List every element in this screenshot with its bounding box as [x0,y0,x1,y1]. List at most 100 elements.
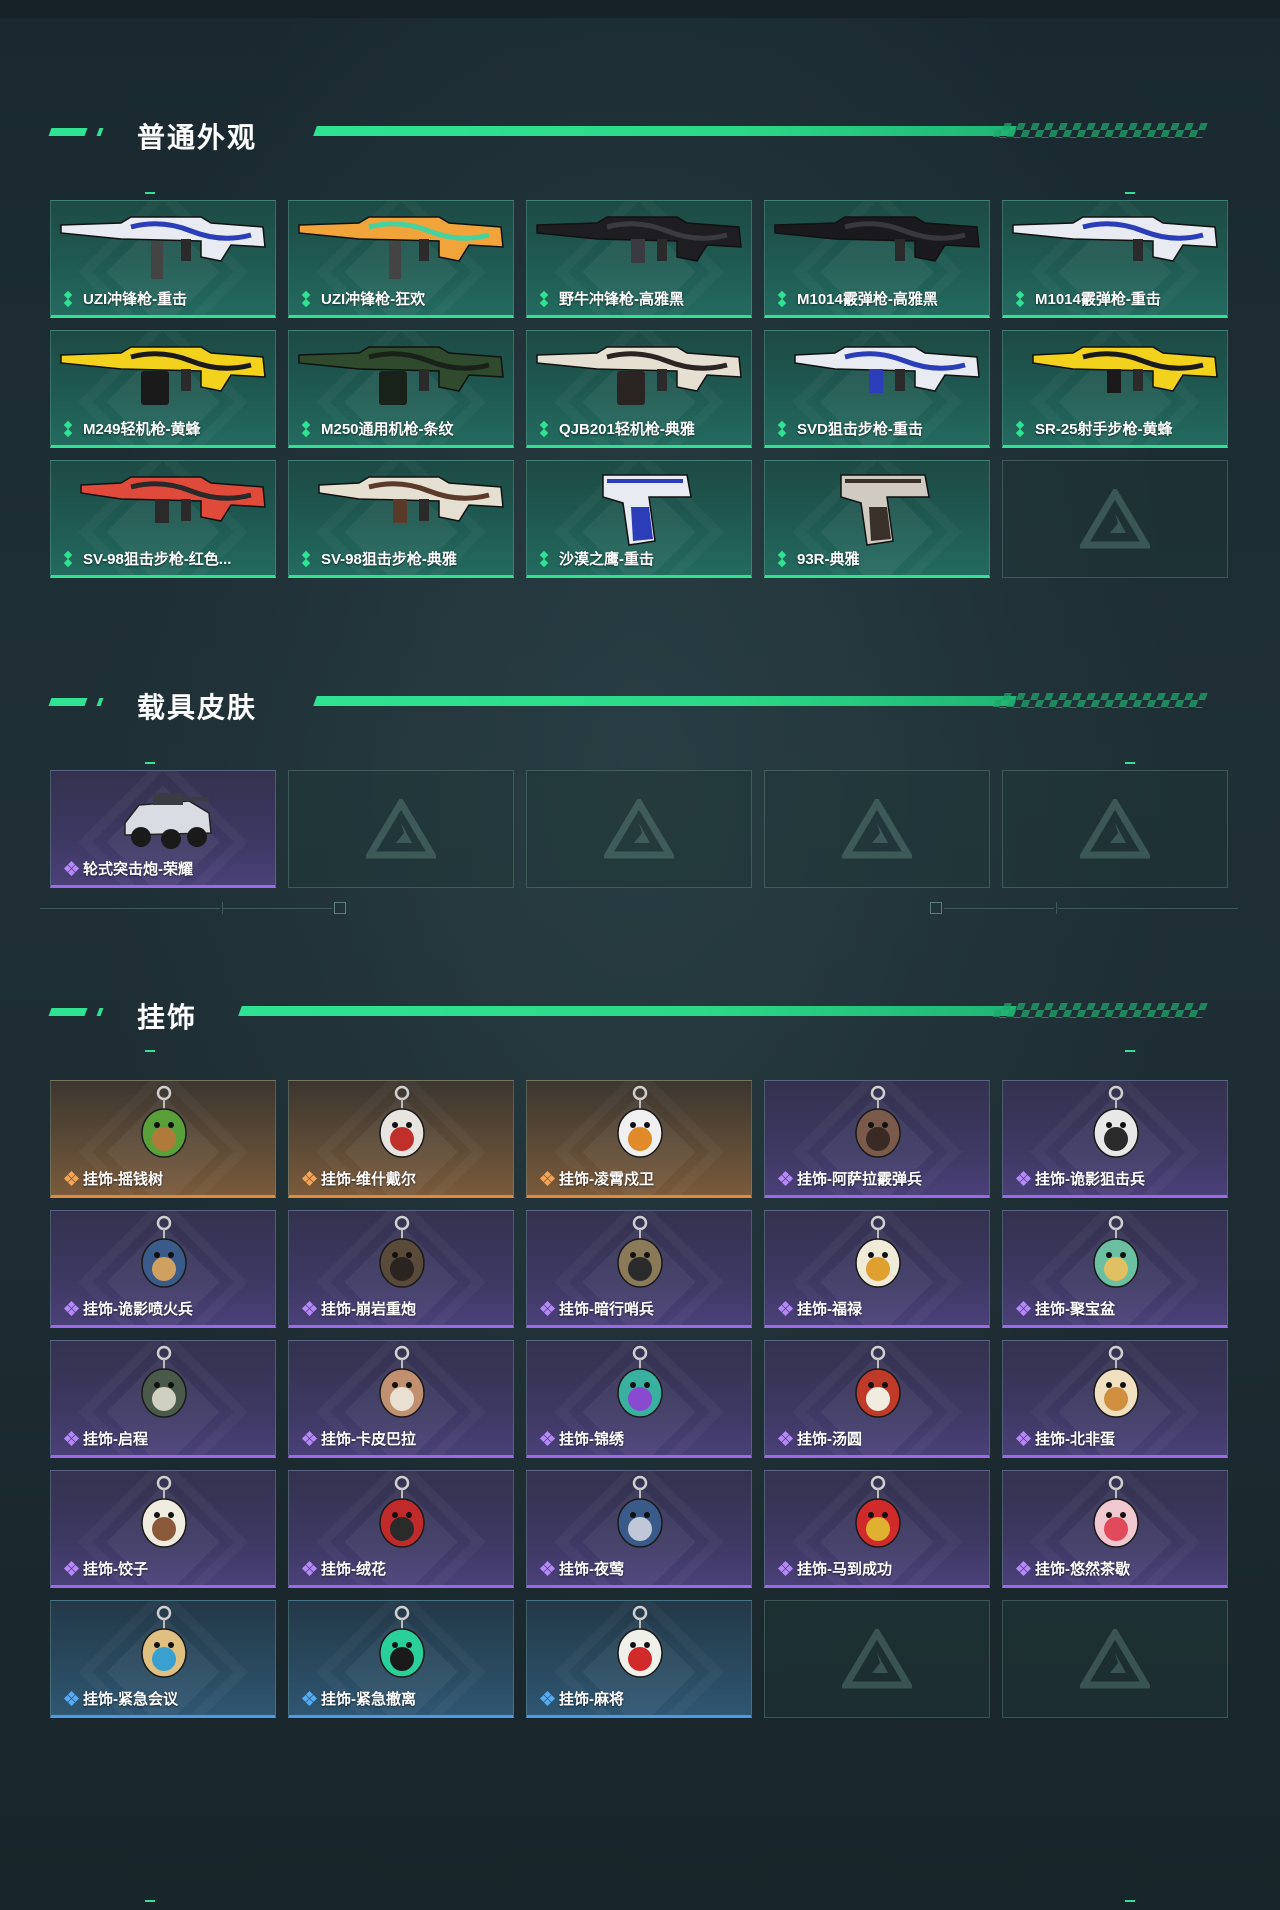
rarity-green-icon [777,290,793,308]
header-checker-pattern [992,693,1208,708]
empty-slot[interactable] [1002,1600,1228,1718]
tick-mark [145,762,155,764]
game-logo-icon [842,799,912,859]
rarity-green-icon [1015,290,1031,308]
empty-slot[interactable] [288,770,514,888]
item-card[interactable]: SV-98狙击步枪-红色... [50,460,276,578]
item-card[interactable]: 挂饰-摇钱树 [50,1080,276,1198]
item-label: M250通用机枪-条纹 [321,421,454,438]
game-logo-icon [1080,799,1150,859]
rarity-purple-icon [539,1430,556,1447]
empty-slot[interactable] [1002,770,1228,888]
rarity-purple-icon [1015,1430,1032,1447]
section-header: 普通外观 [0,108,1280,153]
item-label: QJB201轻机枪-典雅 [559,421,695,438]
rarity-green-icon [63,550,79,568]
item-card[interactable]: M249轻机枪-黄蜂 [50,330,276,448]
item-card[interactable]: 挂饰-阿萨拉霰弹兵 [764,1080,990,1198]
item-card[interactable]: 挂饰-凌霄戍卫 [526,1080,752,1198]
item-label: 93R-典雅 [797,551,860,568]
item-card[interactable]: 挂饰-马到成功 [764,1470,990,1588]
item-card[interactable]: 挂饰-紧急撤离 [288,1600,514,1718]
item-label: 挂饰-摇钱树 [83,1171,163,1188]
empty-slot[interactable] [764,1600,990,1718]
rarity-purple-icon [63,1300,80,1317]
item-card[interactable]: SR-25射手步枪-黄蜂 [1002,330,1228,448]
item-card[interactable]: 93R-典雅 [764,460,990,578]
item-label: M1014霰弹枪-重击 [1035,291,1161,308]
item-card[interactable]: QJB201轻机枪-典雅 [526,330,752,448]
empty-slot[interactable] [526,770,752,888]
rarity-purple-icon [539,1300,556,1317]
rarity-green-icon [1015,420,1031,438]
item-card[interactable]: 挂饰-卡皮巴拉 [288,1340,514,1458]
rarity-purple-icon [63,1430,80,1447]
rarity-green-icon [63,420,79,438]
tick-mark [145,1050,155,1052]
item-card[interactable]: 挂饰-悠然茶歇 [1002,1470,1228,1588]
item-card[interactable]: 挂饰-崩岩重炮 [288,1210,514,1328]
item-label: SV-98狙击步枪-红色... [83,551,232,568]
rarity-purple-icon [1015,1300,1032,1317]
section-title: 载具皮肤 [137,692,258,723]
game-logo-icon [1080,489,1150,549]
item-card[interactable]: 挂饰-麻将 [526,1600,752,1718]
item-label: 挂饰-崩岩重炮 [321,1301,416,1318]
item-card[interactable]: 沙漠之鹰-重击 [526,460,752,578]
rarity-purple-icon [777,1430,794,1447]
header-checker-pattern [992,1003,1208,1018]
item-card[interactable]: SV-98狙击步枪-典雅 [288,460,514,578]
item-card[interactable]: 挂饰-福禄 [764,1210,990,1328]
tick-mark [145,192,155,194]
tick-mark [1125,1900,1135,1902]
item-label: 挂饰-聚宝盆 [1035,1301,1115,1318]
item-label: UZI冲锋枪-狂欢 [321,291,426,308]
item-label: 挂饰-诡影狙击兵 [1035,1171,1145,1188]
item-label: 挂饰-夜莺 [559,1561,624,1578]
item-card[interactable]: 野牛冲锋枪-高雅黑 [526,200,752,318]
rarity-green-icon [539,290,555,308]
tick-mark [1125,762,1135,764]
item-label: 挂饰-马到成功 [797,1561,892,1578]
item-card[interactable]: UZI冲锋枪-重击 [50,200,276,318]
rarity-green-icon [539,550,555,568]
item-label: M249轻机枪-黄蜂 [83,421,201,438]
header-line [313,696,1017,706]
rarity-purple-icon [1015,1560,1032,1577]
game-logo-icon [842,1629,912,1689]
empty-slot[interactable] [1002,460,1228,578]
item-card[interactable]: 挂饰-暗行哨兵 [526,1210,752,1328]
item-label: UZI冲锋枪-重击 [83,291,188,308]
item-card[interactable]: 挂饰-饺子 [50,1470,276,1588]
section-title: 普通外观 [137,122,258,153]
rarity-purple-icon [777,1300,794,1317]
item-card[interactable]: M1014霰弹枪-高雅黑 [764,200,990,318]
item-label: 挂饰-福禄 [797,1301,862,1318]
item-card[interactable]: UZI冲锋枪-狂欢 [288,200,514,318]
empty-slot[interactable] [764,770,990,888]
game-logo-icon [1080,1629,1150,1689]
item-label: 挂饰-凌霄戍卫 [559,1171,654,1188]
item-label: 挂饰-锦绣 [559,1431,624,1448]
item-card[interactable]: M1014霰弹枪-重击 [1002,200,1228,318]
item-card[interactable]: 挂饰-北非蛋 [1002,1340,1228,1458]
rarity-purple-icon [63,860,80,877]
item-card[interactable]: 挂饰-维什戴尔 [288,1080,514,1198]
rarity-purple-icon [539,1560,556,1577]
header-accent [96,1008,104,1016]
item-card[interactable]: 挂饰-诡影喷火兵 [50,1210,276,1328]
item-card[interactable]: M250通用机枪-条纹 [288,330,514,448]
item-card[interactable]: 挂饰-夜莺 [526,1470,752,1588]
item-label: 轮式突击炮-荣耀 [83,861,193,878]
item-card[interactable]: 挂饰-聚宝盆 [1002,1210,1228,1328]
item-card[interactable]: 挂饰-绒花 [288,1470,514,1588]
item-card[interactable]: 挂饰-锦绣 [526,1340,752,1458]
item-card[interactable]: 挂饰-紧急会议 [50,1600,276,1718]
item-card[interactable]: 轮式突击炮-荣耀 [50,770,276,888]
rarity-purple-icon [777,1170,794,1187]
item-card[interactable]: SVD狙击步枪-重击 [764,330,990,448]
header-line [313,126,1017,136]
item-card[interactable]: 挂饰-汤圆 [764,1340,990,1458]
item-card[interactable]: 挂饰-启程 [50,1340,276,1458]
item-card[interactable]: 挂饰-诡影狙击兵 [1002,1080,1228,1198]
